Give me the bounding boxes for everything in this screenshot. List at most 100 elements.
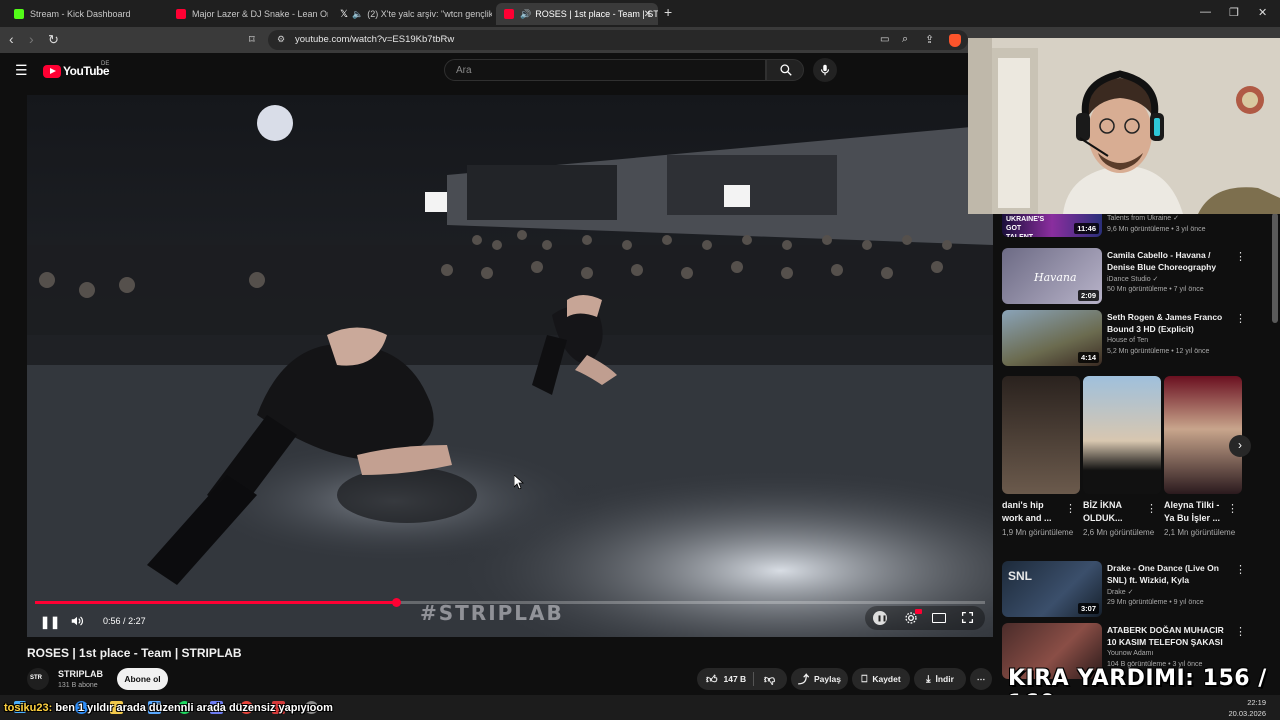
download-button[interactable]: ⤓ İndir — [914, 668, 966, 690]
short-thumbnail — [1164, 376, 1242, 494]
right-controls: ❚❚ — [865, 606, 985, 630]
system-clock: 22:19 20.03.2026 — [1228, 697, 1266, 719]
video-thumbnail: 4:14 — [1002, 310, 1102, 366]
download-icon: ⤓ — [926, 673, 931, 685]
thumbnail-text: Havana — [1034, 271, 1077, 284]
subscriber-count: 131 B abone — [58, 682, 98, 689]
short-views: 2,1 Mn görüntüleme — [1164, 528, 1236, 537]
dislike-button[interactable]: 👎︎ — [764, 673, 775, 686]
channel-name: Talents from Ukraine ✓ — [1107, 215, 1179, 222]
channel-name: Drake ✓ — [1107, 589, 1134, 596]
url-bar[interactable]: ⚙ youtube.com/watch?v=ES19Kb7tbRw — [268, 30, 968, 50]
channel-avatar-logo: STR — [30, 675, 42, 681]
browser-tab-x[interactable]: 𝕏 🔈 (2) X'te yalc arşiv: "wtcn gençlik h — [332, 3, 492, 25]
scrollbar[interactable] — [1272, 213, 1278, 323]
like-button[interactable]: 👍︎ 147 B — [697, 673, 753, 686]
speaker-icon: 🔊 — [520, 8, 532, 19]
bookmark-save-icon: ⎕ — [861, 673, 868, 685]
recommendation-item[interactable]: 4:14 Seth Rogen & James Franco Bound 3 H… — [1002, 310, 1272, 368]
subscribe-button[interactable]: Abone ol — [117, 668, 168, 690]
webcam-feed — [968, 38, 1280, 214]
theater-mode-icon[interactable] — [932, 613, 946, 623]
progress-bar[interactable] — [35, 598, 985, 607]
divider — [753, 672, 754, 686]
tab-title: (2) X'te yalc arşiv: "wtcn gençlik h — [367, 9, 492, 19]
more-vert-icon[interactable]: ⋮ — [1065, 502, 1076, 515]
brave-shield-icon[interactable] — [949, 34, 961, 47]
video-title: ROSES | 1st place - Team | STRIPLAB — [27, 646, 242, 660]
short-item[interactable]: dani's hip work and ... 1,9 Mn görüntüle… — [1002, 376, 1080, 539]
more-actions-button[interactable]: ⋯ — [970, 668, 992, 690]
site-info-icon[interactable]: ⚙ — [277, 34, 285, 45]
recommendation-item[interactable]: Havana 2:09 Camila Cabello - Havana / De… — [1002, 248, 1272, 306]
clock-time: 22:19 — [1247, 698, 1266, 707]
share-button[interactable]: ⤴ Paylaş — [791, 668, 848, 690]
browser-tab-roses[interactable]: 🔊 ROSES | 1st place - Team | STR ✕ — [496, 3, 658, 25]
youtube-play-triangle-icon — [50, 68, 56, 74]
bookmark-icon[interactable]: ⌑ — [249, 33, 255, 46]
new-tab-button[interactable]: + — [664, 4, 672, 20]
url-text: youtube.com/watch?v=ES19Kb7tbRw — [295, 34, 455, 45]
short-item[interactable]: BİZ İKNA OLDUK... 2,6 Mn görüntüleme ⋮ — [1083, 376, 1161, 539]
region-label: DE — [101, 61, 110, 67]
cast-icon[interactable]: ▭ — [880, 34, 889, 45]
short-title: Aleyna Tilki - Ya Bu İşler ... — [1164, 500, 1221, 523]
progress-handle[interactable] — [392, 598, 401, 607]
reload-button[interactable]: ↻ — [48, 32, 59, 48]
chat-message: tosiku23: ben 1 yıldır arada düzennli ar… — [4, 702, 333, 714]
video-meta: 9,6 Mn görüntüleme • 3 yıl önce — [1107, 226, 1206, 233]
chat-text: ben 1 yıldır arada düzennli arada düzens… — [52, 702, 333, 714]
volume-icon[interactable] — [69, 614, 85, 628]
video-thumbnail: UKRAINE'S GOT TALENT 11:46 — [1002, 213, 1102, 237]
like-dislike-group: 👍︎ 147 B 👎︎ — [697, 668, 787, 690]
autoplay-pause-icon: ❚❚ — [877, 616, 888, 622]
browser-tab-kick[interactable]: Stream - Kick Dashboard — [6, 3, 166, 25]
search-button[interactable] — [766, 59, 804, 81]
search-input[interactable]: Ara — [444, 59, 766, 81]
download-label: İndir — [935, 674, 954, 684]
more-vert-icon[interactable]: ⋮ — [1235, 312, 1246, 325]
x-favicon-icon: 𝕏 — [340, 8, 349, 20]
more-vert-icon[interactable]: ⋮ — [1235, 563, 1246, 576]
kick-favicon-icon — [14, 9, 24, 19]
more-vert-icon[interactable]: ⋮ — [1146, 502, 1157, 515]
time-display: 0:56 / 2:27 — [103, 616, 146, 626]
shorts-next-button[interactable]: › — [1229, 435, 1251, 457]
video-thumbnail: Havana 2:09 — [1002, 248, 1102, 304]
minimize-button[interactable]: — — [1200, 6, 1211, 18]
thumbs-up-icon: 👍︎ — [706, 673, 718, 686]
time-total: 2:27 — [128, 616, 146, 626]
share-icon[interactable]: ⇪ — [925, 33, 934, 46]
zoom-icon[interactable]: ⌕ — [902, 33, 908, 46]
recommendation-item[interactable]: SNL 3:07 Drake - One Dance (Live On SNL)… — [1002, 561, 1272, 619]
channel-name: House of Ten — [1107, 337, 1149, 344]
video-player[interactable]: #STRIPLAB ❚❚ 0:56 / 2:27 ❚❚ — [27, 95, 993, 637]
forward-button[interactable]: › — [29, 31, 34, 47]
more-vert-icon[interactable]: ⋮ — [1235, 625, 1246, 638]
save-label: Kaydet — [872, 674, 901, 684]
maximize-button[interactable]: ❐ — [1229, 6, 1239, 19]
mouse-cursor-icon — [514, 475, 524, 489]
short-views: 1,9 Mn görüntüleme — [1002, 528, 1074, 537]
more-vert-icon[interactable]: ⋮ — [1235, 250, 1246, 263]
video-title: Camila Cabello - Havana / Denise Blue Ch… — [1107, 250, 1217, 272]
save-button[interactable]: ⎕ Kaydet — [852, 668, 910, 690]
short-views: 2,6 Mn görüntüleme — [1083, 528, 1155, 537]
more-vert-icon[interactable]: ⋮ — [1227, 502, 1238, 515]
browser-tab-lean-on[interactable]: Major Lazer & DJ Snake - Lean On (F — [168, 3, 328, 25]
channel-avatar[interactable]: STR — [27, 668, 49, 690]
clock-date: 20.03.2026 — [1228, 709, 1266, 718]
menu-icon[interactable]: ☰ — [15, 62, 28, 79]
pause-icon[interactable]: ❚❚ — [40, 615, 60, 629]
time-separator: / — [123, 616, 126, 626]
voice-search-button[interactable] — [813, 58, 837, 82]
video-duration: 11:46 — [1074, 223, 1099, 234]
short-item[interactable]: Aleyna Tilki - Ya Bu İşler ... 2,1 Mn gö… — [1164, 376, 1242, 539]
youtube-favicon-icon — [504, 9, 514, 19]
close-window-button[interactable]: ✕ — [1258, 6, 1267, 19]
short-title: BİZ İKNA OLDUK... — [1083, 500, 1123, 523]
fullscreen-icon[interactable] — [961, 611, 974, 624]
close-tab-icon[interactable]: ✕ — [644, 9, 652, 20]
back-button[interactable]: ‹ — [9, 31, 14, 47]
channel-name[interactable]: STRIPLAB — [58, 669, 103, 679]
